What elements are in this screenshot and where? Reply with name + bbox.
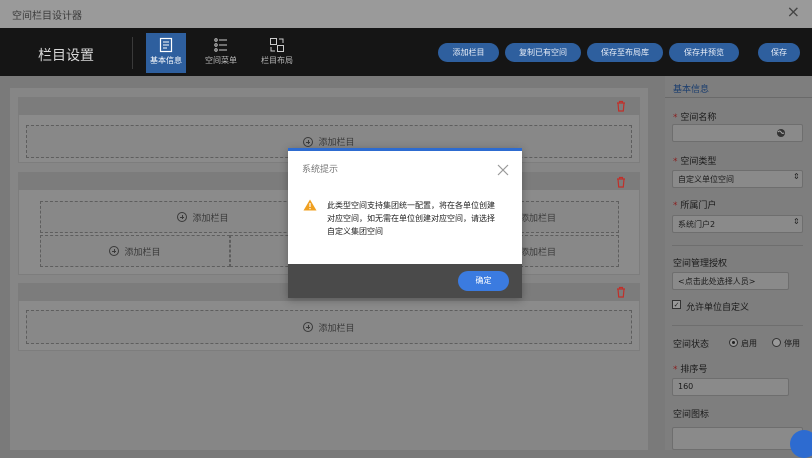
add-column-dropzone[interactable]: 添加栏目 (26, 310, 632, 344)
add-column-dropzone[interactable]: 添加栏目 (40, 235, 230, 267)
chat-bubble-icon[interactable] (790, 430, 812, 458)
warning-icon (303, 199, 317, 211)
dialog-message: 此类型空间支持集团统一配置，将在各单位创建对应空间，如无需在单位创建对应空间，请… (327, 201, 495, 236)
portal-label: * 所属门户 (673, 201, 717, 211)
portal-select[interactable]: 系统门户2 (672, 215, 803, 233)
divider (672, 325, 803, 326)
plus-circle-icon (303, 322, 314, 332)
select-arrow-icon: ⇕ (793, 217, 800, 226)
space-type-select[interactable]: 自定义单位空间 (672, 170, 803, 188)
divider (672, 245, 803, 246)
status-enabled-label: 启用 (741, 339, 757, 348)
tab-basic-info-label: 基本信息 (150, 56, 182, 65)
save-and-preview-button[interactable]: 保存并预览 (669, 43, 739, 62)
layout-icon (270, 38, 284, 52)
document-icon (159, 37, 173, 53)
status-enabled-radio[interactable] (729, 338, 738, 347)
toolbar-title: 栏目设置 (38, 48, 94, 64)
toolbar-separator (132, 37, 133, 69)
allow-custom-label: 允许单位自定义 (686, 303, 750, 313)
tab-space-menu[interactable]: 空间菜单 (201, 33, 241, 73)
add-column-label: 添加栏目 (318, 323, 355, 334)
status-label: 空间状态 (673, 340, 710, 350)
order-label: * 排序号 (673, 365, 708, 375)
trash-icon[interactable] (615, 100, 627, 112)
plus-circle-icon (177, 212, 188, 222)
status-disabled-radio[interactable] (772, 338, 781, 347)
copy-space-button[interactable]: 复制已有空间 (505, 43, 581, 62)
window-close-icon[interactable]: × (787, 4, 800, 20)
close-icon[interactable] (497, 164, 509, 176)
auth-people-input[interactable]: <点击此处选择人员> (672, 272, 789, 290)
tab-basic-info[interactable]: 基本信息 (146, 33, 186, 73)
space-icon-label: 空间图标 (673, 410, 710, 420)
auth-label: 空间管理授权 (673, 259, 728, 269)
window-title: 空间栏目设计器 (0, 0, 812, 28)
dialog-title: 系统提示 (302, 165, 339, 175)
add-column-label: 添加栏目 (124, 247, 161, 258)
tab-space-menu-label: 空间菜单 (205, 56, 237, 65)
save-button[interactable]: 保存 (758, 43, 800, 62)
order-input[interactable]: 160 (672, 378, 789, 396)
add-column-label: 添加栏目 (519, 213, 556, 224)
plus-circle-icon (303, 136, 314, 147)
trash-icon[interactable] (615, 176, 627, 188)
trash-icon[interactable] (615, 286, 627, 298)
add-column-label: 添加栏目 (192, 213, 229, 224)
space-name-label: * 空间名称 (673, 113, 717, 123)
space-type-label: * 空间类型 (673, 157, 717, 167)
select-arrow-icon: ⇕ (793, 172, 800, 181)
properties-panel-header: 基本信息 (665, 76, 812, 98)
space-icon-field[interactable] (672, 427, 803, 450)
allow-custom-checkbox[interactable]: ✓ (672, 300, 681, 309)
ok-button[interactable]: 确定 (458, 271, 509, 291)
status-disabled-label: 停用 (784, 339, 800, 348)
tab-column-layout[interactable]: 栏目布局 (257, 33, 297, 73)
add-column-button[interactable]: 添加栏目 (438, 43, 499, 62)
tab-column-layout-label: 栏目布局 (261, 56, 293, 65)
add-column-label: 添加栏目 (519, 247, 556, 258)
plus-circle-icon (109, 246, 120, 256)
save-to-layout-library-button[interactable]: 保存至布局库 (587, 43, 663, 62)
add-column-label: 添加栏目 (318, 138, 355, 148)
menu-list-icon (214, 38, 227, 52)
layout-section-1-header (18, 97, 640, 115)
globe-icon[interactable] (776, 128, 786, 138)
